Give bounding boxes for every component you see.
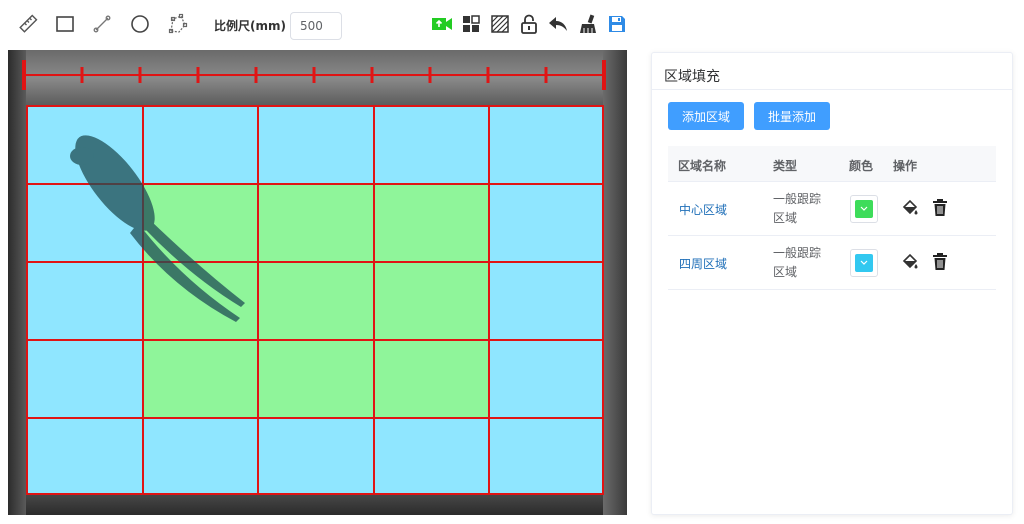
delete-icon[interactable] xyxy=(930,252,950,272)
color-picker[interactable] xyxy=(850,249,878,277)
grid-cell-outer[interactable] xyxy=(488,261,604,339)
column-header-name: 区域名称 xyxy=(678,159,727,173)
grid-cell-center[interactable] xyxy=(257,339,373,417)
grid-cell-outer[interactable] xyxy=(141,417,258,495)
grid-cell-outer[interactable] xyxy=(488,339,604,417)
table-row: 四周区域 一般跟踪区域 xyxy=(668,236,996,290)
video-upload-icon[interactable] xyxy=(430,12,454,36)
chevron-down-icon xyxy=(860,260,868,265)
camera-viewport[interactable] xyxy=(8,50,627,515)
delete-icon[interactable] xyxy=(930,198,950,218)
grid-line-vertical xyxy=(257,105,260,495)
column-header-color: 颜色 xyxy=(849,159,874,173)
grid-cell-outer[interactable] xyxy=(488,183,604,261)
column-header-actions: 操作 xyxy=(893,159,918,173)
grid-cell-outer[interactable] xyxy=(257,417,373,495)
grid-cell-outer[interactable] xyxy=(372,417,489,495)
scale-input[interactable] xyxy=(290,12,342,40)
grid-cell-outer[interactable] xyxy=(488,105,604,183)
grid-cell-outer[interactable] xyxy=(488,417,604,495)
region-name-link[interactable]: 四周区域 xyxy=(679,255,727,272)
line-icon[interactable] xyxy=(90,12,114,36)
grid-cell-center[interactable] xyxy=(257,261,373,339)
rectangle-icon[interactable] xyxy=(53,12,77,36)
grid-line-horizontal xyxy=(26,417,604,419)
grid-line-vertical xyxy=(372,105,375,495)
grid-line-horizontal xyxy=(26,339,604,341)
paint-bucket-icon[interactable] xyxy=(900,198,920,218)
divider xyxy=(652,89,1012,90)
tank-wall-right xyxy=(603,50,627,515)
grid-cell-center[interactable] xyxy=(257,183,373,261)
hatch-pattern-icon[interactable] xyxy=(488,12,512,36)
clear-brush-icon[interactable] xyxy=(576,12,600,36)
scale-ruler[interactable] xyxy=(22,58,606,92)
batch-add-button[interactable]: 批量添加 xyxy=(754,102,830,130)
grid-cell-center[interactable] xyxy=(372,183,489,261)
grid-line-horizontal xyxy=(26,493,604,495)
color-picker[interactable] xyxy=(850,195,878,223)
grid-cell-outer[interactable] xyxy=(26,417,142,495)
paint-bucket-icon[interactable] xyxy=(900,252,920,272)
unlock-icon[interactable] xyxy=(517,12,541,36)
region-fill-panel: 区域填充 添加区域 批量添加 区域名称 类型 颜色 操作 中心区域 一般跟踪区域… xyxy=(651,52,1013,515)
grid-line-vertical xyxy=(602,105,604,495)
panel-title: 区域填充 xyxy=(664,69,720,85)
grid-cell-outer[interactable] xyxy=(26,339,142,417)
specimen-silhouette xyxy=(70,135,245,322)
grid-cell-center[interactable] xyxy=(141,339,258,417)
layout-grid-icon[interactable] xyxy=(459,12,483,36)
undo-icon[interactable] xyxy=(546,12,570,36)
grid-cell-center[interactable] xyxy=(372,261,489,339)
add-region-button[interactable]: 添加区域 xyxy=(668,102,744,130)
color-swatch xyxy=(855,254,873,272)
circle-icon[interactable] xyxy=(128,12,152,36)
region-name-link[interactable]: 中心区域 xyxy=(679,201,727,218)
polygon-icon[interactable] xyxy=(166,12,190,36)
grid-cell-outer[interactable] xyxy=(372,105,489,183)
toolbar: 比例尺(mm) xyxy=(0,0,640,50)
grid-line-horizontal xyxy=(26,105,604,107)
grid-cell-outer[interactable] xyxy=(257,105,373,183)
region-type: 一般跟踪区域 xyxy=(773,192,822,225)
table-row: 中心区域 一般跟踪区域 xyxy=(668,182,996,236)
save-icon[interactable] xyxy=(605,12,629,36)
ruler-icon[interactable] xyxy=(16,12,40,36)
region-type: 一般跟踪区域 xyxy=(773,246,822,279)
grid-cell-center[interactable] xyxy=(372,339,489,417)
column-header-type: 类型 xyxy=(773,159,798,173)
table-header: 区域名称 类型 颜色 操作 xyxy=(668,146,996,182)
chevron-down-icon xyxy=(860,206,868,211)
grid-line-vertical xyxy=(488,105,491,495)
grid-line-vertical xyxy=(26,105,28,495)
tank-wall-left xyxy=(8,50,26,515)
scale-label: 比例尺(mm) xyxy=(214,19,286,33)
color-swatch xyxy=(855,200,873,218)
